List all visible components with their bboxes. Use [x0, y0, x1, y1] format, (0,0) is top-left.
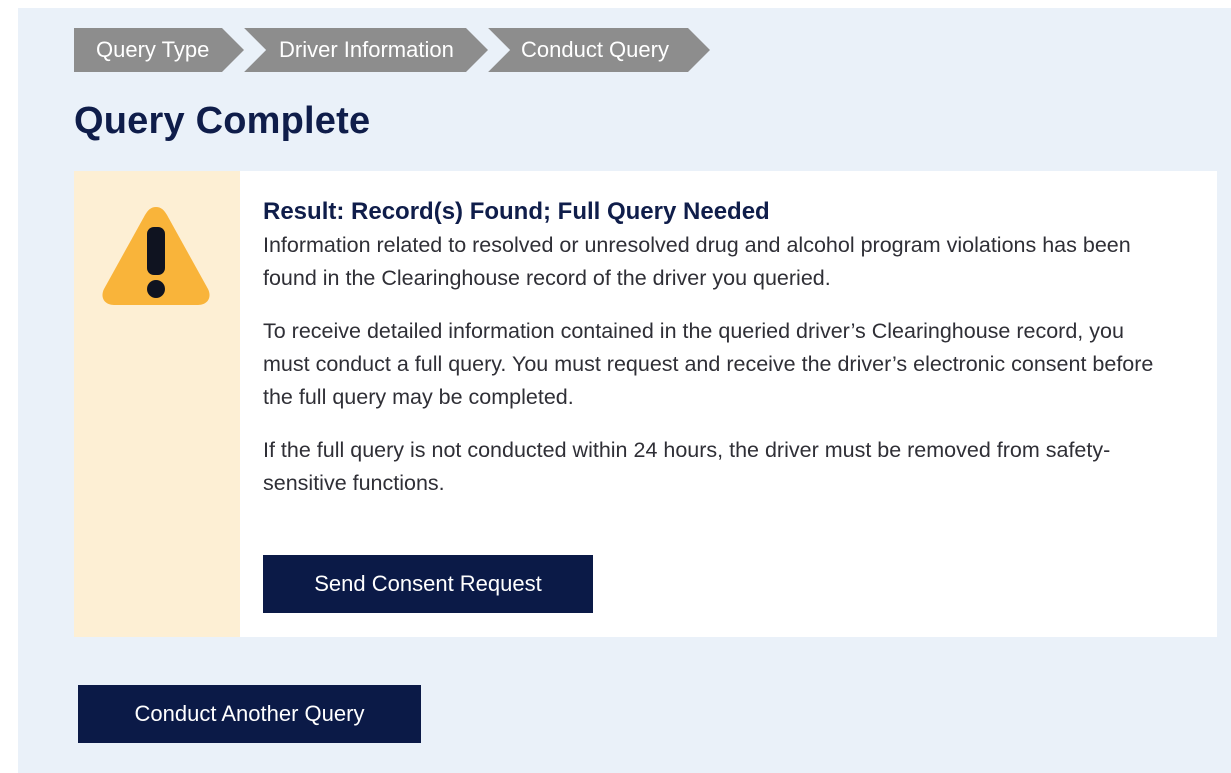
breadcrumb-step-label: Query Type: [96, 37, 210, 62]
breadcrumb-step-label: Conduct Query: [521, 37, 669, 62]
alert-body: Result: Record(s) Found; Full Query Need…: [240, 171, 1163, 637]
warning-triangle-icon: [102, 207, 210, 305]
breadcrumb-step-driver-information[interactable]: Driver Information: [242, 28, 488, 72]
alert-paragraph: If the full query is not conducted withi…: [263, 438, 1111, 495]
send-consent-request-button[interactable]: Send Consent Request: [263, 555, 593, 613]
breadcrumb-step-query-type[interactable]: Query Type: [74, 28, 244, 72]
page-background: Query Type Driver Information Conduct Qu…: [18, 8, 1231, 773]
breadcrumb-step-label: Driver Information: [279, 37, 454, 62]
breadcrumb: Query Type Driver Information Conduct Qu…: [74, 28, 710, 72]
alert-paragraph: Information related to resolved or unres…: [263, 233, 1131, 290]
alert-heading: Result: Record(s) Found; Full Query Need…: [263, 198, 770, 225]
page-title: Query Complete: [74, 100, 371, 142]
result-alert: Result: Record(s) Found; Full Query Need…: [74, 171, 1217, 637]
alert-icon-panel: [74, 171, 240, 637]
breadcrumb-step-conduct-query[interactable]: Conduct Query: [486, 28, 710, 72]
alert-paragraph: To receive detailed information containe…: [263, 319, 1154, 409]
conduct-another-query-button[interactable]: Conduct Another Query: [78, 685, 421, 743]
